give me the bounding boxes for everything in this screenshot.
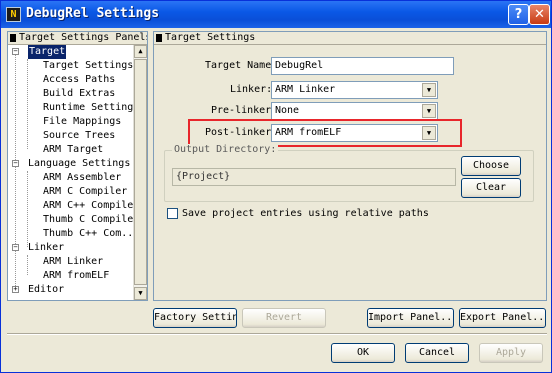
panel-icon — [10, 34, 16, 42]
target-name-label: Target Name: — [205, 60, 278, 71]
postlinker-select[interactable]: ARM fromELF ▼ — [271, 124, 438, 142]
chevron-down-icon[interactable]: ▼ — [422, 83, 436, 97]
app-icon: N — [6, 7, 21, 22]
save-relative-label[interactable]: Save project entries using relative path… — [182, 208, 429, 219]
tree-item-language-settings[interactable]: Language Settings — [28, 157, 130, 171]
target-name-input[interactable]: DebugRel — [271, 57, 454, 75]
postlinker-value: ARM fromELF — [275, 127, 342, 138]
settings-window: N DebugRel Settings ? ✕ Target Settings … — [0, 0, 552, 373]
scroll-up-icon[interactable]: ▲ — [134, 45, 147, 58]
linker-label: Linker: — [230, 84, 273, 95]
close-button[interactable]: ✕ — [529, 4, 550, 25]
prelinker-select[interactable]: None ▼ — [271, 102, 438, 120]
cancel-button[interactable]: Cancel — [405, 343, 469, 363]
tree-list: − Target Target Settings Access Paths Bu… — [8, 45, 134, 300]
tree-item-arm-cpp-compiler[interactable]: ARM C++ Compiler — [43, 199, 134, 213]
tree-item-arm-assembler[interactable]: ARM Assembler — [43, 171, 121, 185]
tree-item-arm-target[interactable]: ARM Target — [43, 143, 103, 157]
tree-item-linker[interactable]: Linker — [28, 241, 64, 255]
tree-item-editor[interactable]: Editor — [28, 283, 64, 297]
prelinker-value: None — [275, 105, 300, 116]
collapse-icon[interactable]: − — [12, 48, 19, 55]
tree-item-arm-fromelf[interactable]: ARM fromELF — [43, 269, 109, 283]
tree-scrollbar[interactable]: ▲ ▼ — [133, 45, 147, 300]
window-title: DebugRel Settings — [26, 6, 160, 21]
expand-icon[interactable]: + — [12, 286, 19, 293]
tree-line — [15, 52, 16, 292]
target-settings-panel: Target Settings Target Name: DebugRel Li… — [153, 31, 547, 301]
divider — [7, 333, 547, 335]
factory-settings-button[interactable]: Factory Settings — [153, 308, 237, 328]
tree-item-runtime-settings[interactable]: Runtime Settings — [43, 101, 134, 115]
tree-line — [27, 255, 28, 275]
scroll-down-icon[interactable]: ▼ — [134, 287, 147, 300]
tree-line — [27, 59, 28, 149]
panels-tree: Target Settings Panels − Target Target S… — [7, 31, 148, 301]
tree-item-build-extras[interactable]: Build Extras — [43, 87, 115, 101]
help-button[interactable]: ? — [508, 4, 529, 25]
tree-item-thumb-cpp-compiler[interactable]: Thumb C++ Com... — [43, 227, 134, 241]
tree-item-target-settings[interactable]: Target Settings — [43, 59, 133, 73]
tree-header-label: Target Settings Panels — [19, 32, 148, 43]
tree-line — [27, 171, 28, 247]
revert-button: Revert — [242, 308, 326, 328]
choose-button[interactable]: Choose — [461, 156, 521, 176]
tree-item-target[interactable]: Target — [28, 45, 67, 59]
apply-button: Apply — [479, 343, 543, 363]
output-directory-field: {Project} — [172, 168, 456, 186]
export-panel-button[interactable]: Export Panel... — [459, 308, 546, 328]
collapse-icon[interactable]: − — [12, 244, 19, 251]
prelinker-label: Pre-linker: — [211, 105, 278, 116]
linker-value: ARM Linker — [275, 84, 336, 95]
tree-item-arm-c-compiler[interactable]: ARM C Compiler — [43, 185, 127, 199]
collapse-icon[interactable]: − — [12, 160, 19, 167]
main-header: Target Settings — [154, 32, 546, 45]
tree-header: Target Settings Panels — [8, 32, 147, 45]
title-bar[interactable]: N DebugRel Settings ? ✕ — [1, 1, 551, 28]
clear-button[interactable]: Clear — [461, 178, 521, 198]
chevron-down-icon[interactable]: ▼ — [422, 104, 436, 118]
tree-item-thumb-c-compiler[interactable]: Thumb C Compiler — [43, 213, 134, 227]
tree-item-file-mappings[interactable]: File Mappings — [43, 115, 121, 129]
tree-item-access-paths[interactable]: Access Paths — [43, 73, 115, 87]
chevron-down-icon[interactable]: ▼ — [422, 126, 436, 140]
panel-icon — [156, 34, 162, 42]
scroll-thumb[interactable] — [134, 59, 147, 285]
ok-button[interactable]: OK — [331, 343, 395, 363]
postlinker-label: Post-linker: — [205, 127, 278, 138]
tree-item-source-trees[interactable]: Source Trees — [43, 129, 115, 143]
output-directory-label: Output Directory: — [172, 144, 279, 155]
linker-select[interactable]: ARM Linker ▼ — [271, 81, 438, 99]
save-relative-checkbox[interactable] — [167, 208, 178, 219]
import-panel-button[interactable]: Import Panel... — [367, 308, 454, 328]
tree-item-arm-linker[interactable]: ARM Linker — [43, 255, 103, 269]
main-header-label: Target Settings — [165, 32, 256, 43]
